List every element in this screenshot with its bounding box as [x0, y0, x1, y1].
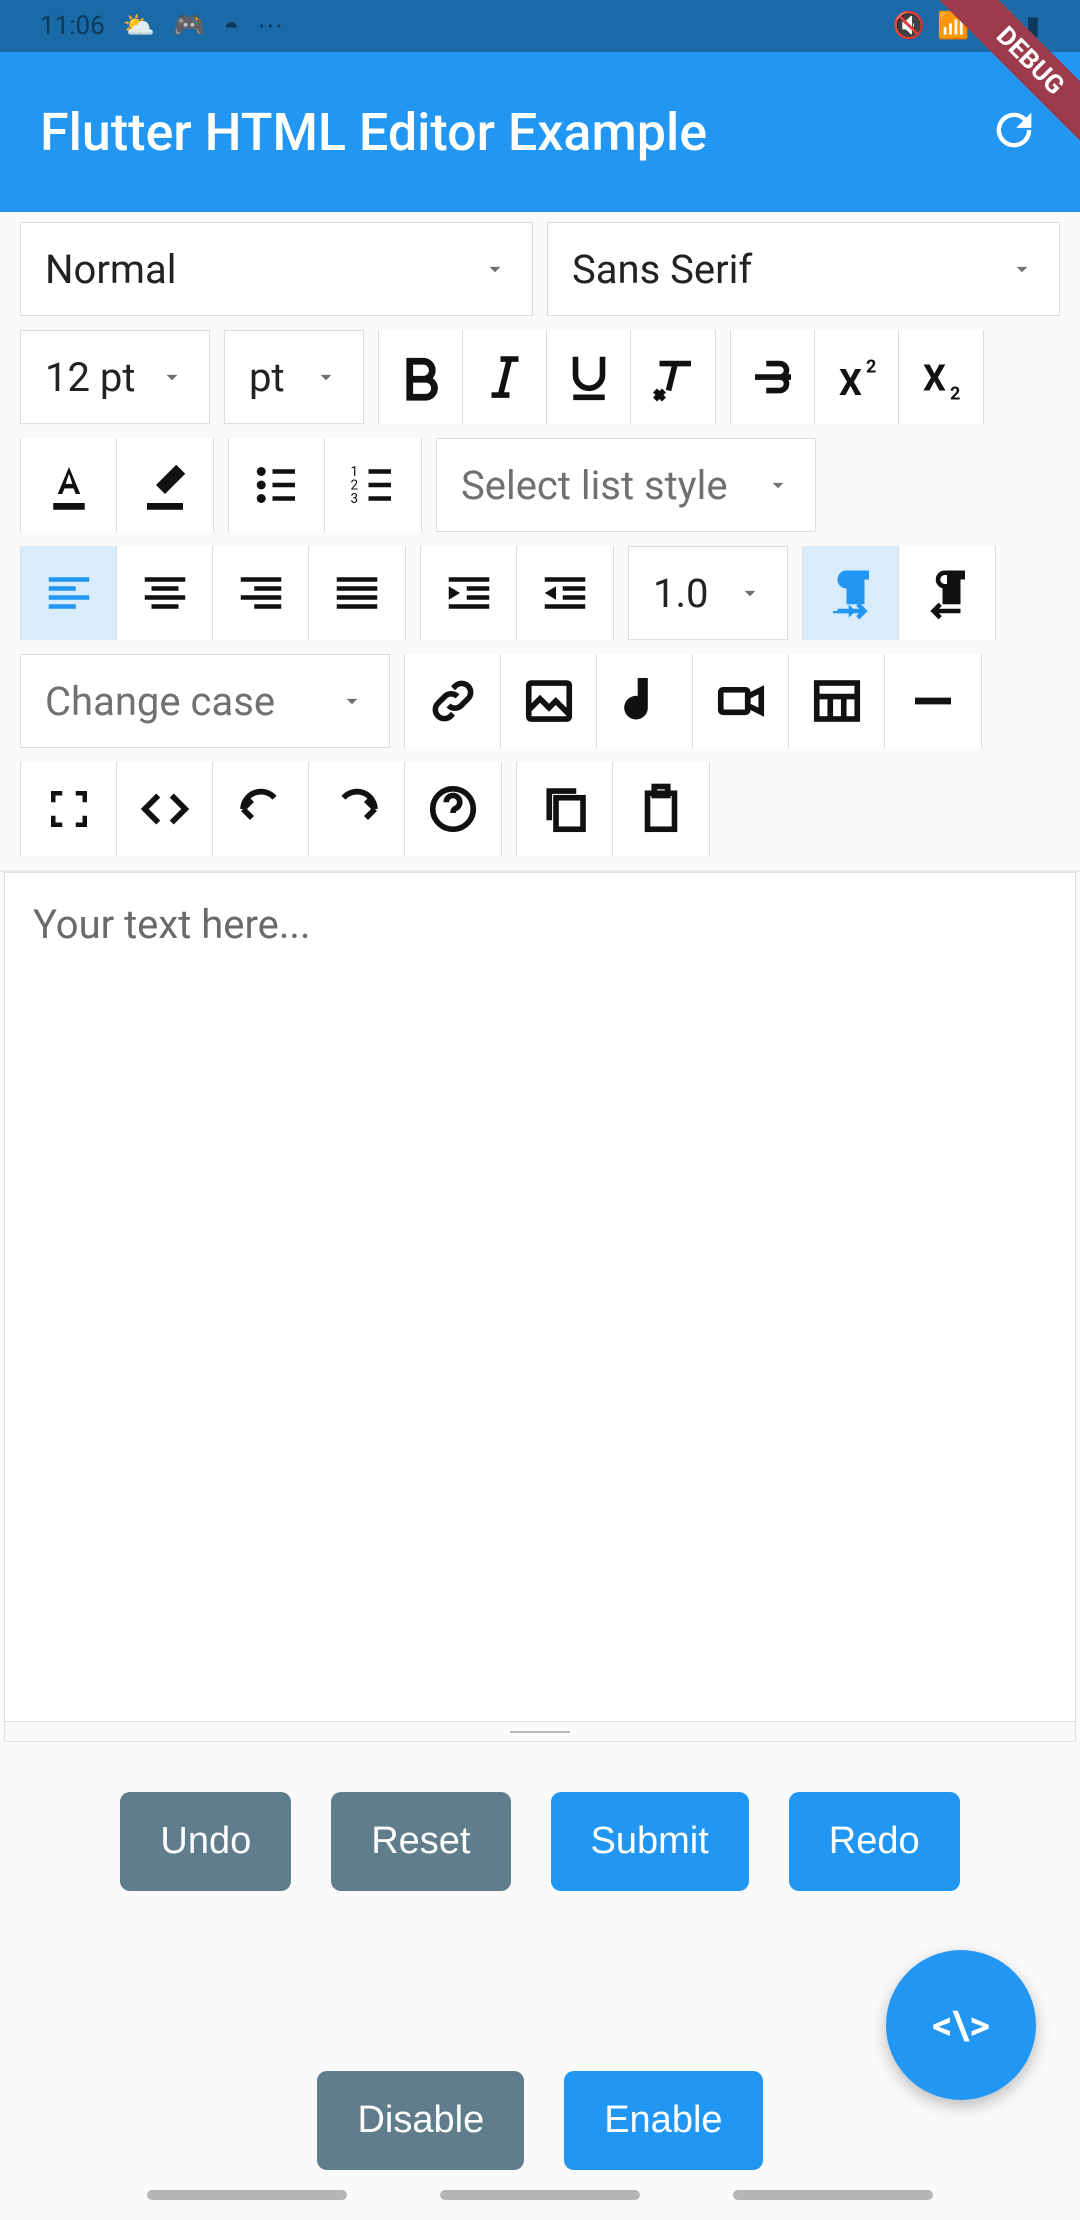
svg-text:X: X — [839, 362, 862, 404]
app-bar: Flutter HTML Editor Example — [0, 52, 1080, 212]
copy-button[interactable] — [517, 762, 613, 856]
align-left-button[interactable] — [21, 546, 117, 640]
page-title: Flutter HTML Editor Example — [40, 102, 707, 163]
chevron-down-icon — [1009, 256, 1035, 282]
editor-textarea[interactable]: Your text here... — [4, 872, 1076, 1722]
svg-text:2: 2 — [866, 357, 876, 378]
align-justify-button[interactable] — [309, 546, 405, 640]
highlight-color-button[interactable] — [117, 438, 213, 532]
change-case-placeholder: Change case — [45, 678, 275, 725]
font-unit-select[interactable]: pt — [224, 330, 364, 424]
undo-action-button[interactable]: Undo — [120, 1792, 291, 1891]
chevron-down-icon — [339, 688, 365, 714]
code-fab-button[interactable]: <\> — [886, 1950, 1036, 2100]
redo-action-button[interactable]: Redo — [789, 1792, 960, 1891]
insert-image-button[interactable] — [501, 654, 597, 748]
strikethrough-button[interactable] — [731, 330, 815, 424]
insert-audio-button[interactable] — [597, 654, 693, 748]
align-right-button[interactable] — [213, 546, 309, 640]
font-unit-value: pt — [249, 354, 285, 401]
enable-action-button[interactable]: Enable — [564, 2071, 762, 2170]
weather-icon: ⛅ — [123, 11, 155, 41]
font-size-select[interactable]: 12 pt — [20, 330, 210, 424]
misc-group — [20, 762, 502, 856]
chevron-down-icon — [313, 364, 339, 390]
redo-button[interactable] — [309, 762, 405, 856]
chevron-down-icon — [765, 472, 791, 498]
color-group — [20, 438, 214, 532]
nav-back[interactable] — [733, 2190, 933, 2200]
text-style-group — [378, 330, 716, 424]
insert-group — [404, 654, 982, 748]
text-direction-ltr-button[interactable] — [803, 546, 899, 640]
line-height-select[interactable]: 1.0 — [628, 546, 788, 640]
fullscreen-button[interactable] — [21, 762, 117, 856]
text-direction-rtl-button[interactable] — [899, 546, 995, 640]
system-nav-bar — [0, 2170, 1080, 2220]
mute-icon: 🔇 — [893, 11, 925, 41]
font-family-value: Sans Serif — [572, 246, 752, 293]
editor-toolbar: Normal Sans Serif 12 pt pt X2 X2 — [0, 212, 1080, 872]
indent-decrease-button[interactable] — [517, 546, 613, 640]
indent-increase-button[interactable] — [421, 546, 517, 640]
insert-hr-button[interactable] — [885, 654, 981, 748]
text-color-button[interactable] — [21, 438, 117, 532]
underline-button[interactable] — [547, 330, 631, 424]
indent-group — [420, 546, 614, 640]
chevron-down-icon — [482, 256, 508, 282]
more-icon: ⋯ — [257, 11, 283, 41]
insert-link-button[interactable] — [405, 654, 501, 748]
disable-action-button[interactable]: Disable — [317, 2071, 524, 2170]
clipboard-group — [516, 762, 710, 856]
refresh-button[interactable] — [988, 104, 1040, 160]
paste-button[interactable] — [613, 762, 709, 856]
paragraph-style-value: Normal — [45, 246, 176, 293]
font-family-select[interactable]: Sans Serif — [547, 222, 1060, 316]
help-button[interactable] — [405, 762, 501, 856]
clear-format-button[interactable] — [631, 330, 715, 424]
svg-text:2: 2 — [950, 384, 960, 405]
code-view-button[interactable] — [117, 762, 213, 856]
paragraph-style-select[interactable]: Normal — [20, 222, 533, 316]
svg-text:3: 3 — [351, 491, 359, 507]
status-bar: 11:06 ⛅ 🎮 ◓ ⋯ 🔇 📶 📶 ▮ — [0, 0, 1080, 52]
superscript-button[interactable]: X2 — [815, 330, 899, 424]
align-center-button[interactable] — [117, 546, 213, 640]
alignment-group — [20, 546, 406, 640]
xbox-icon: ◓ — [224, 11, 240, 42]
insert-video-button[interactable] — [693, 654, 789, 748]
line-height-value: 1.0 — [653, 570, 709, 617]
list-style-placeholder: Select list style — [461, 462, 728, 509]
change-case-select[interactable]: Change case — [20, 654, 390, 748]
italic-button[interactable] — [463, 330, 547, 424]
game-icon: 🎮 — [173, 11, 205, 41]
nav-home[interactable] — [440, 2190, 640, 2200]
resize-handle[interactable] — [4, 1722, 1076, 1742]
list-style-select[interactable]: Select list style — [436, 438, 816, 532]
submit-action-button[interactable]: Submit — [551, 1792, 749, 1891]
bold-button[interactable] — [379, 330, 463, 424]
editor-placeholder: Your text here... — [33, 901, 311, 948]
reset-action-button[interactable]: Reset — [331, 1792, 510, 1891]
undo-button[interactable] — [213, 762, 309, 856]
insert-table-button[interactable] — [789, 654, 885, 748]
list-group: 123 — [228, 438, 422, 532]
code-icon: <\> — [932, 2002, 990, 2049]
font-size-value: 12 pt — [45, 354, 135, 401]
strike-script-group: X2 X2 — [730, 330, 984, 424]
numbered-list-button[interactable]: 123 — [325, 438, 421, 532]
nav-recent[interactable] — [147, 2190, 347, 2200]
bullet-list-button[interactable] — [229, 438, 325, 532]
svg-text:X: X — [923, 358, 946, 400]
text-direction-group — [802, 546, 996, 640]
chevron-down-icon — [737, 580, 763, 606]
subscript-button[interactable]: X2 — [899, 330, 983, 424]
status-time: 11:06 — [40, 11, 105, 41]
chevron-down-icon — [159, 364, 185, 390]
